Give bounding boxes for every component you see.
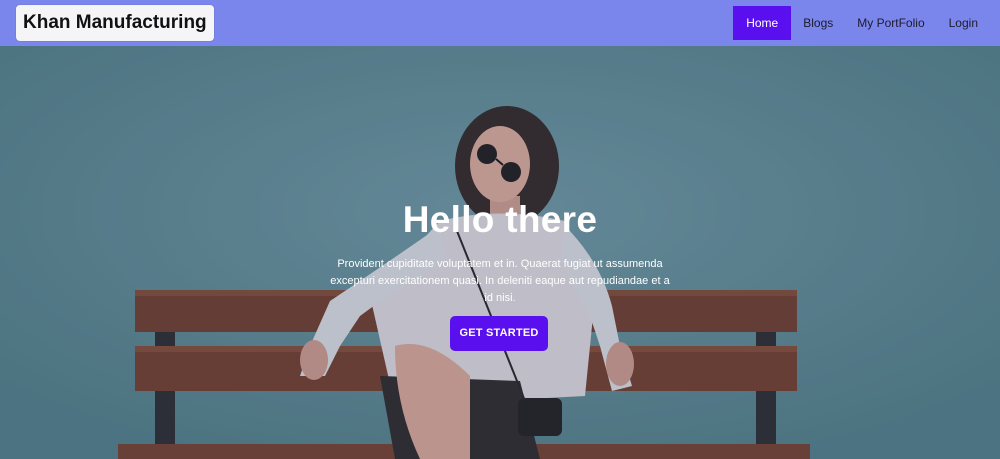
nav-links: Home Blogs My PortFolio Login [733, 0, 990, 46]
nav-blogs-link[interactable]: Blogs [791, 6, 845, 40]
hero-description: Provident cupiditate voluptatem et in. Q… [330, 258, 670, 304]
nav-login-link[interactable]: Login [937, 6, 990, 40]
hero-section: Hello there Provident cupiditate volupta… [0, 46, 1000, 459]
hero-title: Hello there [402, 199, 598, 240]
nav-home-link[interactable]: Home [733, 6, 792, 40]
get-started-button[interactable]: GET STARTED [450, 316, 548, 351]
brand-logo[interactable]: Khan Manufacturing [16, 5, 214, 41]
navbar: Khan Manufacturing Home Blogs My PortFol… [0, 0, 1000, 46]
nav-portfolio-link[interactable]: My PortFolio [845, 6, 936, 40]
hero-content: Hello there Provident cupiditate volupta… [0, 46, 1000, 459]
